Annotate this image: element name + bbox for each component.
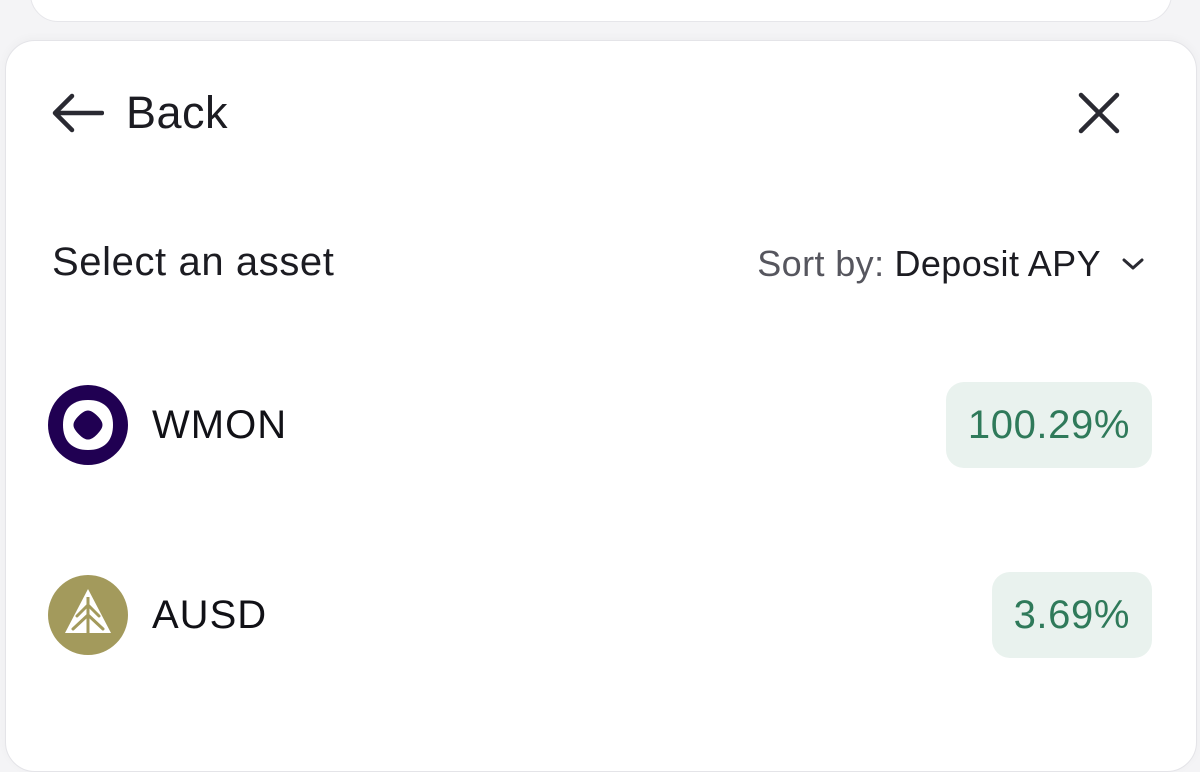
apy-badge: 100.29% xyxy=(945,382,1152,468)
apy-badge: 3.69% xyxy=(991,572,1152,658)
section-title: Select an asset xyxy=(52,240,335,284)
arrow-left-icon xyxy=(52,93,104,133)
asset-symbol: AUSD xyxy=(152,592,268,637)
wmon-token-icon xyxy=(48,385,128,465)
sort-dropdown[interactable]: Sort by: Deposit APY xyxy=(757,243,1145,285)
back-label: Back xyxy=(126,87,229,138)
close-button[interactable] xyxy=(1068,82,1130,144)
sort-prefix: Sort by: xyxy=(757,243,885,284)
asset-row-ausd[interactable]: AUSD 3.69% xyxy=(48,570,1152,660)
close-icon xyxy=(1078,92,1120,134)
sort-value: Deposit APY xyxy=(894,243,1101,284)
ausd-token-icon xyxy=(48,575,128,655)
back-button[interactable]: Back xyxy=(50,82,228,144)
background-card xyxy=(30,0,1172,22)
asset-row-wmon[interactable]: WMON 100.29% xyxy=(48,380,1152,470)
asset-symbol: WMON xyxy=(152,402,288,447)
chevron-down-icon xyxy=(1122,258,1144,270)
